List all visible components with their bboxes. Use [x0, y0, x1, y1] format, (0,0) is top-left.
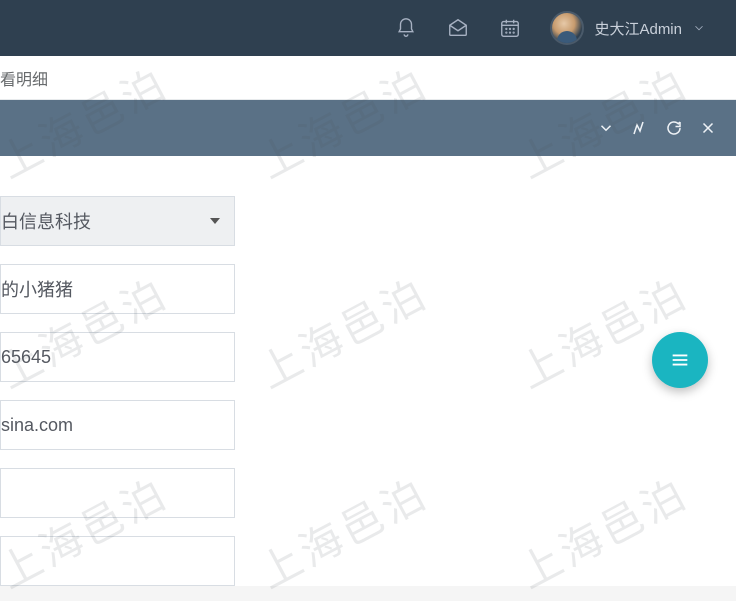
floating-menu-button[interactable] — [652, 332, 708, 388]
menu-icon — [669, 349, 691, 371]
content-area: 白信息科技 的小猪猪 65645 sina.com — [0, 100, 736, 586]
close-icon[interactable] — [698, 118, 718, 138]
mail-open-icon[interactable] — [446, 16, 470, 40]
email-input[interactable]: sina.com — [0, 400, 235, 450]
user-name-label: 史大江Admin — [594, 18, 682, 39]
name-input[interactable]: 的小猪猪 — [0, 264, 235, 314]
bell-icon[interactable] — [394, 16, 418, 40]
breadcrumb-current: 看明细 — [0, 66, 48, 90]
refresh-icon[interactable] — [664, 118, 684, 138]
company-select-value: 白信息科技 — [1, 208, 91, 234]
email-input-value: sina.com — [1, 415, 73, 436]
collapse-icon[interactable] — [596, 118, 616, 138]
blank-input-1[interactable] — [0, 468, 235, 518]
number-input[interactable]: 65645 — [0, 332, 235, 382]
name-input-value: 的小猪猪 — [1, 276, 73, 302]
breadcrumb: 看明细 — [0, 56, 736, 100]
settings-icon[interactable] — [630, 118, 650, 138]
top-bar: 史大江Admin — [0, 0, 736, 56]
blank-input-2[interactable] — [0, 536, 235, 586]
panel-titlebar — [0, 100, 736, 156]
avatar — [550, 11, 584, 45]
form-area: 白信息科技 的小猪猪 65645 sina.com — [0, 156, 736, 586]
company-select[interactable]: 白信息科技 — [0, 196, 235, 246]
number-input-value: 65645 — [1, 347, 51, 368]
calendar-icon[interactable] — [498, 16, 522, 40]
chevron-down-icon — [692, 21, 706, 35]
user-menu[interactable]: 史大江Admin — [550, 11, 706, 45]
